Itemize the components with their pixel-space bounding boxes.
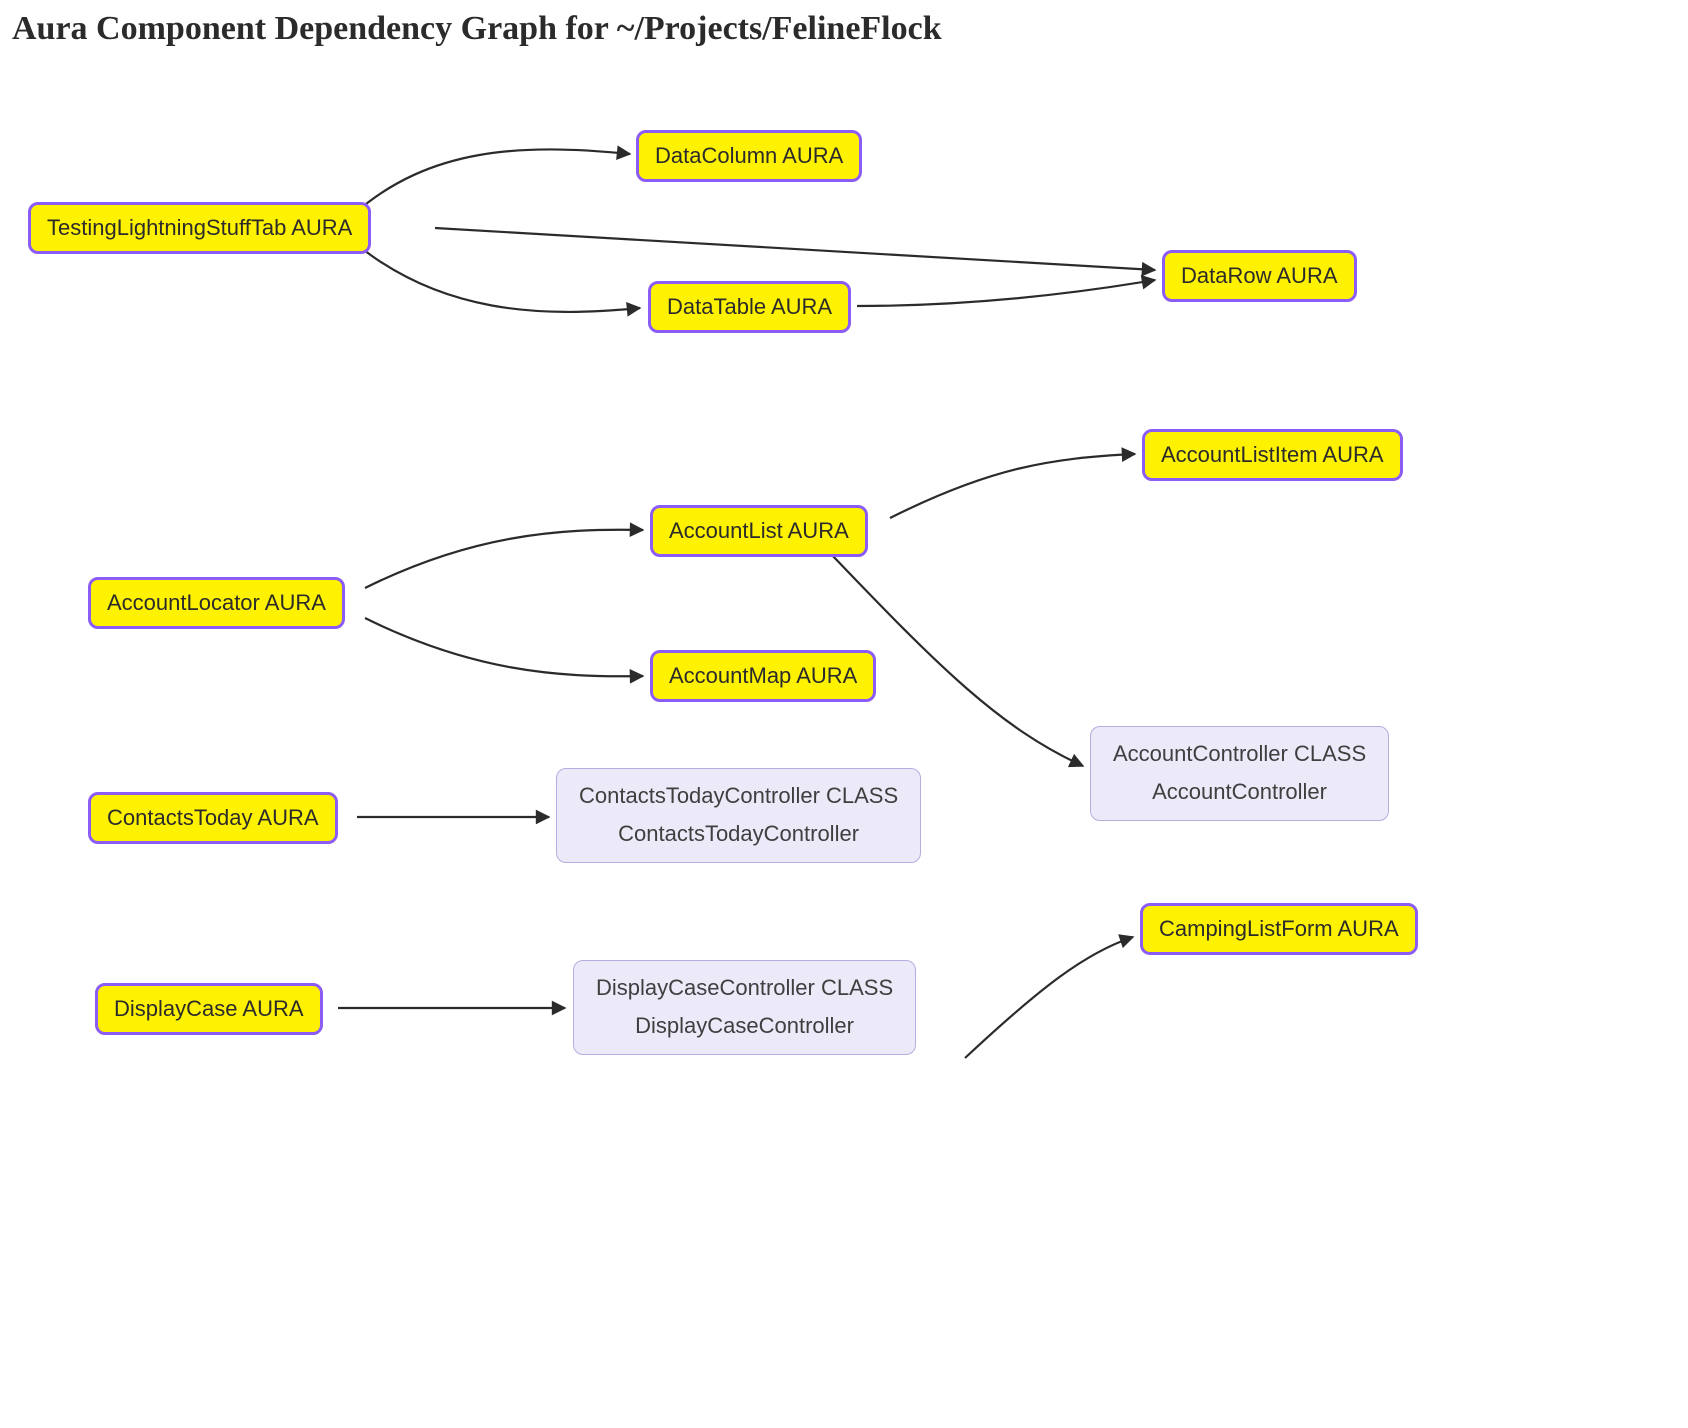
class-subtitle: AccountController xyxy=(1152,779,1327,805)
class-title: ContactsTodayController CLASS xyxy=(579,783,898,809)
edge-testing-to-datarow xyxy=(435,228,1155,270)
edge-locator-to-map xyxy=(365,618,643,676)
node-data-column[interactable]: DataColumn AURA xyxy=(636,130,862,182)
node-account-controller[interactable]: AccountController CLASS AccountControlle… xyxy=(1090,726,1389,821)
class-title: AccountController CLASS xyxy=(1113,741,1366,767)
edge-offscreen-to-campinglistform xyxy=(965,937,1133,1058)
class-title: DisplayCaseController CLASS xyxy=(596,975,893,1001)
node-display-case[interactable]: DisplayCase AURA xyxy=(95,983,323,1035)
edge-locator-to-list xyxy=(365,530,643,588)
class-subtitle: DisplayCaseController xyxy=(635,1013,854,1039)
node-data-table[interactable]: DataTable AURA xyxy=(648,281,851,333)
node-account-locator[interactable]: AccountLocator AURA xyxy=(88,577,345,629)
node-account-map[interactable]: AccountMap AURA xyxy=(650,650,876,702)
node-account-list[interactable]: AccountList AURA xyxy=(650,505,868,557)
edge-testing-to-datacolumn xyxy=(355,149,630,213)
edge-testing-to-datatable xyxy=(355,243,640,312)
node-data-row[interactable]: DataRow AURA xyxy=(1162,250,1357,302)
page-title: Aura Component Dependency Graph for ~/Pr… xyxy=(12,10,1688,48)
node-contacts-today[interactable]: ContactsToday AURA xyxy=(88,792,338,844)
node-display-case-controller[interactable]: DisplayCaseController CLASS DisplayCaseC… xyxy=(573,960,916,1055)
edges-layer xyxy=(0,48,1680,1428)
class-subtitle: ContactsTodayController xyxy=(618,821,859,847)
node-camping-list-form[interactable]: CampingListForm AURA xyxy=(1140,903,1418,955)
node-contacts-today-controller[interactable]: ContactsTodayController CLASS ContactsTo… xyxy=(556,768,921,863)
edge-datatable-to-datarow xyxy=(857,280,1155,306)
diagram-canvas: TestingLightningStuffTab AURA DataColumn… xyxy=(0,48,1680,1428)
node-testing-lightning-stuff-tab[interactable]: TestingLightningStuffTab AURA xyxy=(28,202,371,254)
edge-list-to-listitem xyxy=(890,454,1135,518)
node-account-list-item[interactable]: AccountListItem AURA xyxy=(1142,429,1403,481)
